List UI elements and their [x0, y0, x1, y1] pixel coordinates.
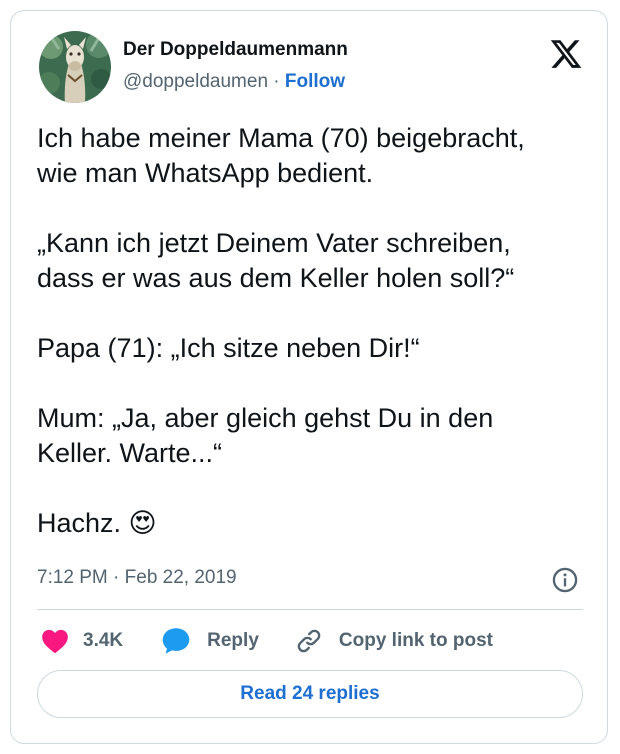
action-bar: 3.4K Reply Copy link to post — [37, 623, 493, 659]
tweet-text: Ich habe meiner Mama (70) beigebracht, w… — [37, 123, 525, 538]
tweet-card: Der Doppeldaumenmann @doppeldaumen · Fol… — [10, 10, 608, 744]
info-icon[interactable] — [551, 566, 579, 594]
like-count: 3.4K — [83, 630, 124, 651]
display-name[interactable]: Der Doppeldaumenmann — [123, 39, 348, 61]
speech-bubble-icon — [161, 627, 191, 655]
follow-button[interactable]: Follow — [285, 71, 345, 92]
handle-separator: · — [273, 71, 280, 92]
link-icon — [295, 627, 323, 655]
author-handle[interactable]: @doppeldaumen — [123, 71, 268, 92]
tweet-timestamp[interactable]: 7:12 PM · Feb 22, 2019 — [37, 567, 237, 589]
heart-icon — [41, 628, 69, 654]
read-replies-button[interactable]: Read 24 replies — [37, 670, 583, 718]
handle-row: @doppeldaumen · Follow — [123, 71, 345, 93]
reply-button[interactable]: Reply — [161, 627, 259, 655]
copy-link-label: Copy link to post — [338, 630, 493, 651]
avatar[interactable] — [39, 31, 111, 103]
divider — [37, 609, 583, 610]
avatar-image — [39, 31, 111, 103]
x-logo-icon[interactable] — [549, 37, 583, 71]
copy-link-button[interactable]: Copy link to post — [295, 627, 493, 655]
reply-label: Reply — [207, 630, 259, 651]
like-button[interactable]: 3.4K — [37, 628, 123, 654]
